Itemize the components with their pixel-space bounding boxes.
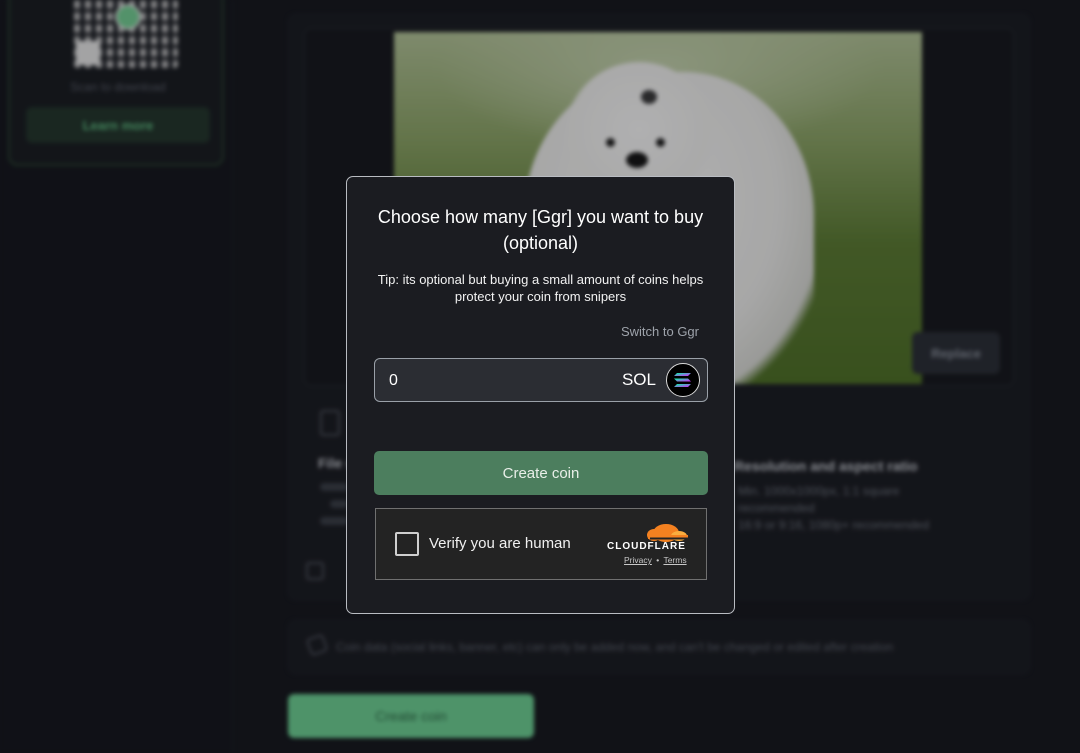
verify-human-checkbox[interactable] <box>395 532 419 556</box>
link-separator: • <box>656 555 660 565</box>
modal-tip: Tip: its optional but buying a small amo… <box>377 272 704 304</box>
privacy-link[interactable]: Privacy <box>624 555 652 565</box>
buy-amount-modal: Choose how many [Ggr] you want to buy (o… <box>346 176 735 614</box>
captcha-links: Privacy • Terms <box>624 555 687 565</box>
captcha-widget: Verify you are human CLOUDFLARE Privacy … <box>375 508 707 580</box>
page: Scan to download Learn more Replace File… <box>0 0 1080 753</box>
amount-input[interactable] <box>387 359 591 403</box>
terms-link[interactable]: Terms <box>663 555 686 565</box>
amount-field[interactable]: SOL <box>374 358 708 403</box>
cloudflare-wordmark: CLOUDFLARE <box>607 541 686 552</box>
create-coin-button[interactable]: Create coin <box>374 451 708 495</box>
solana-icon <box>666 363 700 397</box>
captcha-label: Verify you are human <box>429 535 571 552</box>
modal-title: Choose how many [Ggr] you want to buy (o… <box>377 207 704 253</box>
switch-currency-link[interactable]: Switch to Ggr <box>621 324 699 339</box>
currency-label: SOL <box>621 370 656 389</box>
